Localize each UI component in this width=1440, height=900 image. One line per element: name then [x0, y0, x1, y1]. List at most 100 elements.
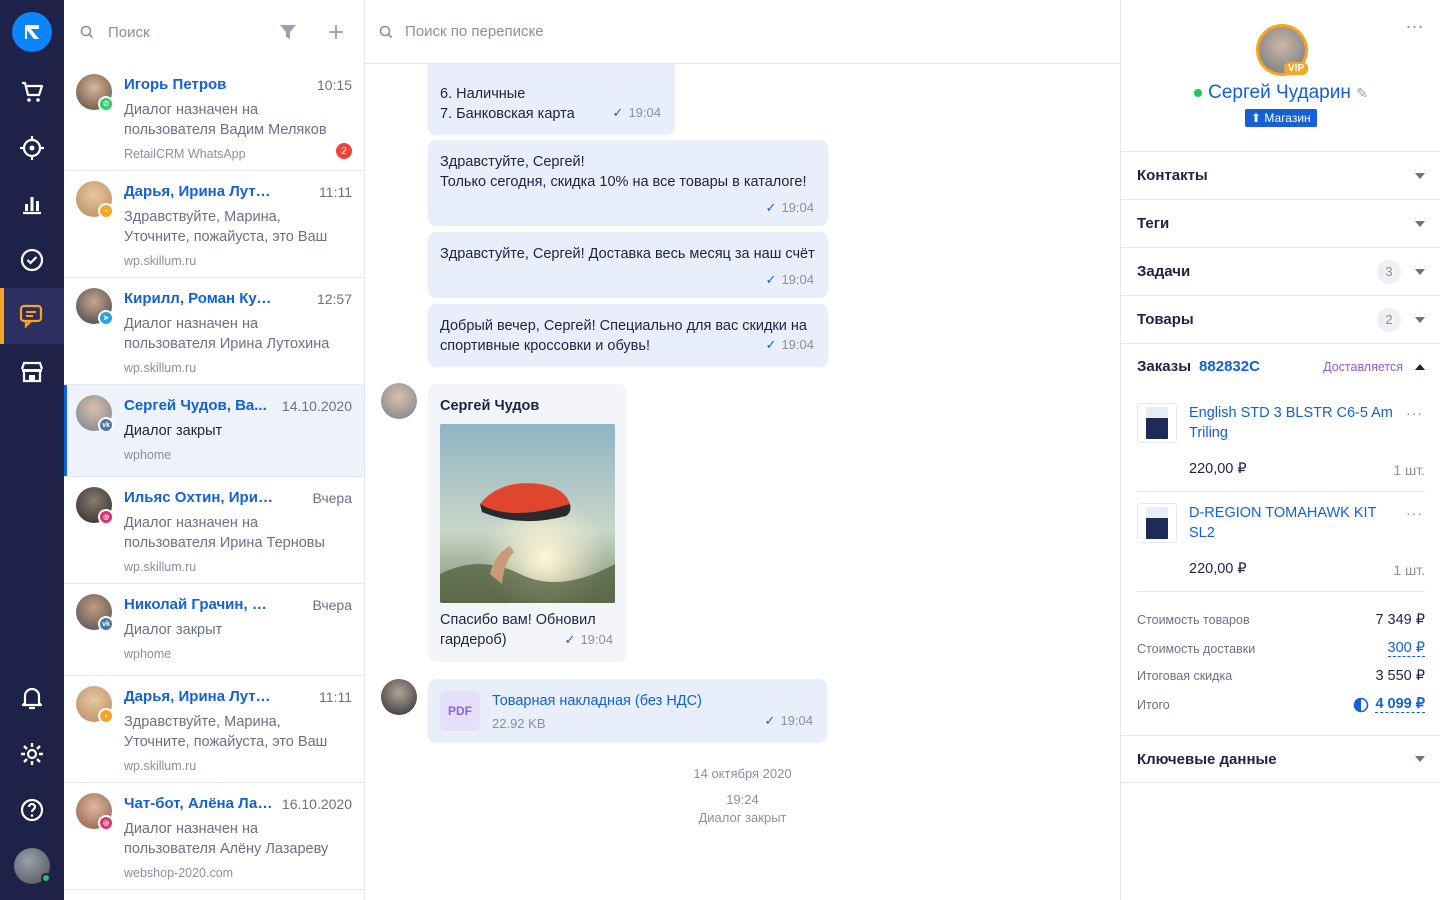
dialogs-search-input[interactable]: Поиск [108, 24, 252, 41]
chat-search-input[interactable]: Поиск по переписке [405, 23, 544, 40]
logo-icon [25, 25, 39, 39]
more-icon[interactable]: ··· [1406, 405, 1423, 421]
product-name-link[interactable]: English STD 3 BLSTR C6-5 Am Triling [1189, 403, 1405, 443]
chevron-down-icon [1415, 268, 1425, 275]
target-icon [20, 136, 44, 160]
edit-pencil-icon[interactable]: ✎ [1356, 85, 1368, 101]
dialogs-search: Поиск [64, 0, 364, 64]
message-text: 6. Наличные [440, 86, 526, 102]
dialog-source: wp.skillum.ru [124, 560, 197, 574]
message-time: ✓ 19:04 [765, 711, 813, 731]
gear-icon [21, 743, 43, 765]
product-thumbnail [1137, 403, 1177, 443]
bar-chart-icon [23, 197, 41, 215]
section-contacts[interactable]: Контакты [1121, 151, 1440, 199]
nav-chats[interactable] [0, 288, 64, 344]
chevron-down-icon [1415, 316, 1425, 323]
search-icon [80, 25, 94, 39]
dialog-source: RetailCRM WhatsApp [124, 147, 246, 161]
online-status-dot [1194, 88, 1203, 97]
product-qty: 1 шт. [1393, 462, 1425, 478]
chevron-up-icon [1415, 363, 1425, 370]
dialog-item[interactable]: ▪ Дарья, Ирина Лутохина 11:11 Здравствуй… [64, 676, 364, 783]
dialogs-list: Поиск ✆ Игорь Петров 10:15 Диалог назнач… [64, 0, 365, 900]
nav-settings[interactable] [0, 726, 64, 782]
file-size: 22.92 KB [492, 716, 546, 731]
message-text: Здравстуйте, Сергей! [440, 154, 585, 170]
file-message[interactable]: PDF Товарная накладная (без НДС) 22.92 K… [428, 679, 827, 743]
message-bubble: Добрый вечер, Сергей! Специально для вас… [428, 304, 828, 367]
section-products[interactable]: Товары 2 [1121, 295, 1440, 343]
more-icon[interactable]: ··· [1406, 505, 1423, 521]
sneaker-photo-image [440, 424, 615, 603]
chat-icon [19, 304, 43, 329]
message-text: Только сегодня, скидка 10% на все товары… [440, 174, 807, 190]
product-qty: 1 шт. [1393, 562, 1425, 578]
more-icon[interactable]: ... [1406, 12, 1424, 33]
unread-count-badge: 2 [336, 143, 352, 159]
app-logo[interactable] [12, 12, 52, 52]
section-tags[interactable]: Теги [1121, 199, 1440, 247]
dialog-item[interactable]: ◎ Ильяс Охтин, Ирина Т... Вчера Диалог н… [64, 477, 364, 584]
chat-area: Поиск по переписке 6. Наличные 7. Банков… [365, 0, 1120, 900]
orders-header[interactable]: Заказы 882832C Доставляется [1137, 358, 1425, 375]
total-value-link[interactable]: 4 099 ₽ [1375, 696, 1425, 713]
section-key-data[interactable]: Ключевые данные [1121, 735, 1440, 783]
date-separator: 14 октября 2020 [693, 766, 792, 781]
nav-orders[interactable] [0, 64, 64, 120]
bell-icon [21, 687, 43, 710]
nav-analytics[interactable] [0, 176, 64, 232]
summary-value: 7 349 ₽ [1375, 612, 1425, 628]
file-name-link[interactable]: Товарная накладная (без НДС) [492, 691, 702, 711]
summary-label: Итого [1137, 697, 1170, 712]
product-price: 220,00 ₽ [1189, 561, 1247, 577]
add-dialog-button[interactable] [324, 20, 348, 44]
dialog-name: Кирилл, Роман Кудряшов [124, 290, 274, 307]
dialog-item[interactable]: ✆ Игорь Петров 10:15 Диалог назначен на … [64, 64, 364, 171]
store-icon [20, 361, 44, 383]
plus-icon [329, 25, 343, 39]
section-tasks[interactable]: Задачи 3 [1121, 247, 1440, 295]
nav-store[interactable] [0, 344, 64, 400]
dialog-item[interactable]: ▪ Дарья, Ирина Лутохина 11:11 Здравствуй… [64, 171, 364, 278]
read-check-icon: ✓ [765, 337, 777, 352]
filter-button[interactable] [276, 20, 300, 44]
current-user-avatar[interactable] [14, 848, 51, 884]
section-title: Задачи [1137, 263, 1191, 280]
dialog-item[interactable]: ➤ Кирилл, Роман Кудряшов 12:57 Диалог на… [64, 278, 364, 385]
message-photo[interactable] [440, 424, 615, 603]
dialog-time: 16.10.2020 [281, 796, 352, 812]
dialog-item[interactable]: vk Николай Грачин, Вад... Вчера Диалог з… [64, 584, 364, 676]
product-name-link[interactable]: D-REGION TOMAHAWK KIT SL2 [1189, 503, 1405, 543]
dialog-time: Вчера [312, 490, 352, 506]
dialog-name: Сергей Чудов, Ва... [124, 397, 267, 414]
delivery-cost-link[interactable]: 300 ₽ [1387, 640, 1425, 657]
dialog-name: Николай Грачин, Вад... [124, 596, 274, 613]
nav-help[interactable] [0, 782, 64, 838]
pdf-file-icon: PDF [440, 691, 480, 731]
dialog-last-message: Диалог назначен на пользователя Вадим Ме… [124, 102, 327, 138]
shop-tag: ⬆ Магазин [1245, 109, 1317, 127]
message-time: ✓ 19:04 [766, 198, 814, 218]
order-product: English STD 3 BLSTR C6-5 Am Triling ··· … [1137, 403, 1425, 491]
sender-avatar [381, 679, 417, 715]
summary-label: Стоимость доставки [1137, 641, 1256, 656]
dialog-last-message: Здравствуйте, Марина, Уточните, пожайуст… [124, 714, 328, 750]
order-number-link[interactable]: 882832C [1199, 358, 1323, 375]
vk-icon: vk [98, 616, 114, 632]
summary-goods: Стоимость товаров 7 349 ₽ [1137, 612, 1425, 628]
summary-delivery: Стоимость доставки 300 ₽ [1137, 640, 1425, 657]
product-price: 220,00 ₽ [1189, 461, 1247, 477]
dialog-name: Дарья, Ирина Лутохина [124, 183, 274, 200]
divider [1137, 591, 1425, 592]
dialog-item[interactable]: ◎ Чат-бот, Алёна Лаз... 16.10.2020 Диало… [64, 783, 364, 890]
nav-tasks[interactable] [0, 232, 64, 288]
nav-notifications[interactable] [0, 670, 64, 726]
dialog-item[interactable]: vk Сергей Чудов, Ва... 14.10.2020 Диалог… [64, 385, 364, 477]
cart-icon [22, 81, 44, 102]
customer-name[interactable]: Сергей Чударин ✎ [1121, 82, 1440, 104]
nav-tracking[interactable] [0, 120, 64, 176]
dialog-last-message: Диалог закрыт [124, 423, 223, 439]
summary-value: 3 550 ₽ [1375, 668, 1425, 684]
telegram-icon: ➤ [98, 310, 114, 326]
